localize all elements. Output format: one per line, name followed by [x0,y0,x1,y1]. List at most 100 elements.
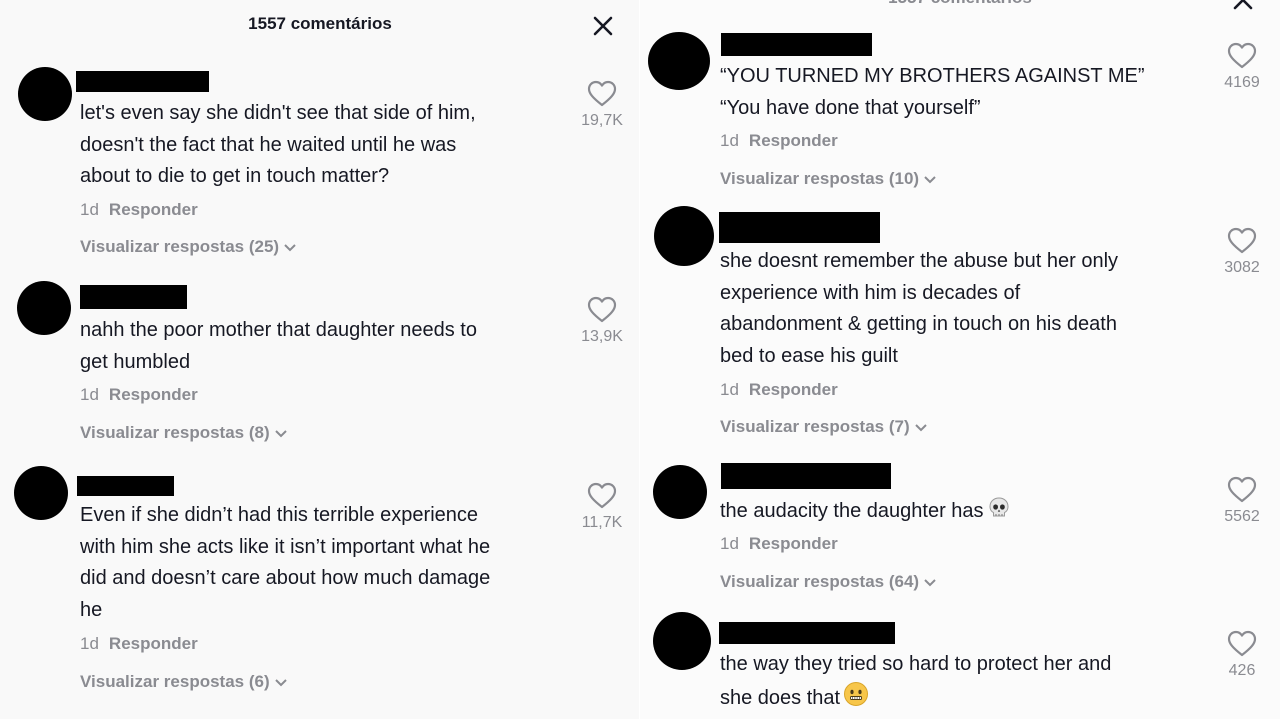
comment-text-line: nahh the poor mother that daughter needs… [80,319,477,341]
view-replies-label: Visualizar respostas (10) [720,169,920,188]
close-icon[interactable] [1230,0,1256,13]
like-count: 4169 [1224,74,1260,91]
comment-text: let's even say she didn't see that side … [80,98,476,193]
heart-outline-icon[interactable] [587,296,617,324]
like-count: 19,7K [581,112,623,129]
left-comments-panel: 1557 comentários let's even say she didn… [0,0,640,719]
comment-meta: 1d Responder [720,380,838,400]
chevron-down-icon [914,423,927,431]
comment-time: 1d [80,200,99,219]
view-replies-label: Visualizar respostas (8) [80,423,270,442]
heart-outline-icon[interactable] [1227,476,1257,504]
redacted-username [719,622,895,644]
view-replies-label: Visualizar respostas (64) [720,572,920,591]
chevron-down-icon [274,429,287,437]
comment-time: 1d [80,385,99,404]
view-replies-button[interactable]: Visualizar respostas (7) [720,417,928,437]
comment-time: 1d [720,380,739,399]
view-replies-button[interactable]: Visualizar respostas (8) [80,423,288,443]
like-count: 426 [1228,662,1256,679]
comment-text-line: let's even say she didn't see that side … [80,102,476,124]
reply-button[interactable]: Responder [109,385,198,404]
redacted-username [721,33,872,56]
view-replies-button[interactable]: Visualizar respostas (64) [720,572,937,592]
chevron-down-icon [924,175,936,183]
comment-text: the way they tried so hard to protect he… [720,649,1111,714]
like-count: 13,9K [581,328,623,345]
avatar[interactable] [18,67,72,121]
like-count: 11,7K [581,514,623,531]
heart-outline-icon[interactable] [1227,42,1257,70]
comment-time: 1d [720,131,739,150]
chevron-down-icon [284,243,296,251]
like-control[interactable]: 4169 [1212,42,1272,92]
heart-outline-icon[interactable] [587,482,617,510]
comment-text-line: “You have done that yourself” [720,96,981,119]
comment-text-line: did and doesn’t care about how much dama… [80,567,491,589]
comment-text-line: about to die to get in touch matter? [80,165,390,187]
view-replies-button[interactable]: Visualizar respostas (10) [720,169,937,189]
comments-count-title: 1557 comentários [248,14,392,33]
view-replies-label: Visualizar respostas (7) [720,417,910,436]
comment-text: she doesnt remember the abuse but her on… [720,246,1118,372]
like-control[interactable]: 13,9K [572,296,632,346]
comment-text-line: experience with him is decades of [720,281,1021,304]
avatar[interactable] [653,612,711,670]
heart-outline-icon[interactable] [1227,227,1257,255]
comment-text-line: Even if she didn’t had this terrible exp… [80,504,479,526]
reply-button[interactable]: Responder [749,131,838,150]
like-control[interactable]: 11,7K [572,482,632,532]
view-replies-button[interactable]: Visualizar respostas (6) [80,672,288,692]
reply-button[interactable]: Responder [749,380,838,399]
reply-button[interactable]: Responder [109,200,198,219]
view-replies-label: Visualizar respostas (6) [80,672,270,691]
comment-time: 1d [80,634,99,653]
comment-text: “YOU TURNED MY BROTHERS AGAINST ME” “You… [720,61,1145,124]
reply-button[interactable]: Responder [749,534,838,553]
chevron-down-icon [274,678,287,686]
comment-text-line: bed to ease his guilt [720,344,898,367]
redacted-username [80,285,187,309]
avatar[interactable] [654,206,714,266]
comment-text-line: she does that [720,686,841,709]
redacted-username [77,476,174,496]
heart-outline-icon[interactable] [1227,630,1257,658]
avatar[interactable] [653,465,707,519]
skull-emoji [989,497,1009,517]
right-comments-panel: 1557 comentários “YOU TURNED MY BROTHERS… [640,0,1280,719]
like-count: 5562 [1224,508,1260,525]
comment-meta: 1d Responder [80,385,198,405]
chevron-down-icon [924,578,936,586]
comment-text: nahh the poor mother that daughter needs… [80,315,477,378]
like-control[interactable]: 5562 [1212,476,1272,526]
comment-text-line: with him she acts like it isn’t importan… [80,535,491,558]
avatar[interactable] [14,466,68,520]
comment-text-line: doesn't the fact that he waited until he… [80,133,457,156]
like-count: 3082 [1224,259,1260,276]
redacted-username [719,212,880,243]
comment-meta: 1d Responder [80,200,198,220]
like-control[interactable]: 19,7K [572,80,632,130]
comment-time: 1d [720,534,739,553]
view-replies-label: Visualizar respostas (25) [80,237,280,256]
like-control[interactable]: 426 [1212,630,1272,680]
comments-count-title: 1557 comentários [640,0,1280,8]
close-icon[interactable] [590,13,616,39]
redacted-username [76,71,209,92]
comment-text: Even if she didn’t had this terrible exp… [80,500,490,626]
comment-meta: 1d Responder [720,131,838,151]
comment-meta: 1d Responder [80,634,198,654]
heart-outline-icon[interactable] [587,80,617,108]
comment-text: the audacity the daughter has [720,496,1011,528]
view-replies-button[interactable]: Visualizar respostas (25) [80,237,297,257]
like-control[interactable]: 3082 [1212,227,1272,277]
avatar[interactable] [648,32,710,90]
comment-text-line: he [80,598,103,621]
comment-text-line: the audacity the daughter has [720,500,984,522]
reply-button[interactable]: Responder [109,634,198,653]
redacted-username [721,463,891,489]
avatar[interactable] [17,281,71,335]
comment-text-line: abandonment & getting in touch on his de… [720,313,1117,335]
comment-text-line: the way they tried so hard to protect he… [720,653,1112,675]
comment-text-line: get humbled [80,350,191,373]
